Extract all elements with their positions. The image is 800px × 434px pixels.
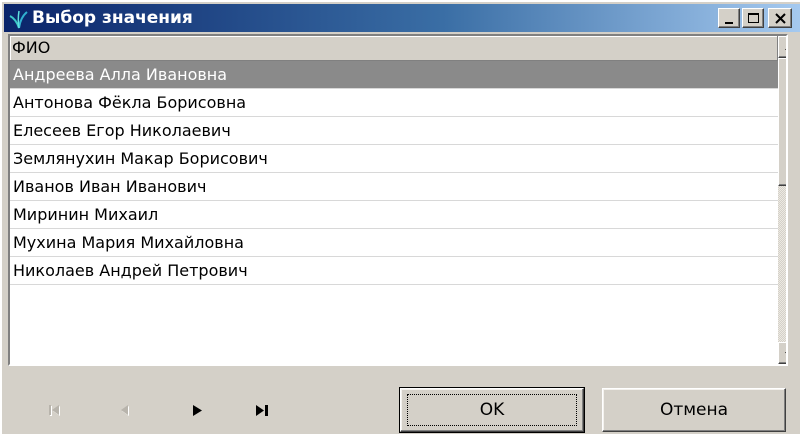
app-feather-icon [9, 10, 28, 29]
list-item[interactable]: Елесеев Егор Николаевич [10, 117, 778, 145]
ok-button[interactable]: OK [399, 387, 585, 433]
last-record-icon [256, 405, 268, 416]
maximize-icon [748, 13, 759, 23]
first-record-icon [49, 405, 60, 416]
list-item[interactable]: Землянухин Макар Борисович [10, 145, 778, 173]
scroll-thumb[interactable] [778, 58, 786, 186]
list-item[interactable]: Андреева Алла Ивановна [10, 61, 778, 89]
list-item[interactable]: Николаев Андрей Петрович [10, 257, 778, 285]
next-record-icon [193, 405, 202, 416]
maximize-button[interactable] [742, 8, 764, 28]
vertical-scrollbar[interactable] [778, 36, 786, 364]
column-header-fio[interactable]: ФИО [10, 36, 778, 61]
value-list: ФИО Андреева Алла Ивановна Антонова Фёкл… [8, 34, 788, 366]
scroll-down-button[interactable] [778, 342, 786, 364]
minimize-icon [725, 22, 733, 24]
minimize-button[interactable] [718, 8, 740, 28]
dialog-title: Выбор значения [32, 8, 193, 28]
cancel-button-label: Отмена [659, 400, 729, 420]
value-selection-dialog: Выбор значения ФИО Андреева Алла Ивановн… [0, 0, 800, 434]
last-record-button[interactable] [248, 398, 278, 424]
list-rows: Андреева Алла Ивановна Антонова Фёкла Бо… [10, 61, 778, 285]
focus-rectangle [407, 394, 577, 426]
list-item[interactable]: Мухина Мария Михайловна [10, 229, 778, 257]
next-record-button[interactable] [182, 398, 212, 424]
prev-record-icon [121, 405, 129, 416]
list-item[interactable]: Антонова Фёкла Борисовна [10, 89, 778, 117]
title-bar[interactable]: Выбор значения [4, 4, 800, 32]
list-item[interactable]: Иванов Иван Иванович [10, 173, 778, 201]
arrow-up-icon [785, 48, 786, 50]
arrow-down-icon [785, 352, 786, 354]
close-button[interactable] [768, 8, 792, 28]
first-record-button[interactable] [40, 398, 70, 424]
list-item[interactable]: Миринин Михаил [10, 201, 778, 229]
scroll-up-button[interactable] [778, 36, 786, 58]
close-icon [775, 13, 786, 24]
prev-record-button[interactable] [110, 398, 140, 424]
cancel-button[interactable]: Отмена [602, 388, 786, 432]
